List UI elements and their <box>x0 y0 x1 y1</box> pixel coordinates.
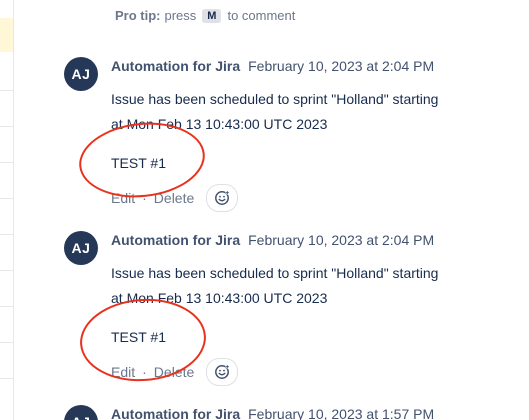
comment-header: Automation for Jira February 10, 2023 at … <box>111 231 434 249</box>
pro-tip-label: Pro tip: <box>115 8 161 23</box>
comment-actions: Edit · Delete <box>111 184 239 212</box>
add-reaction-button[interactable] <box>206 184 239 212</box>
row-divider <box>0 306 13 307</box>
pro-tip-text-end: to comment <box>227 8 296 23</box>
page: Pro tip: press M to comment AJ Automatio… <box>0 0 529 420</box>
comment-header: Automation for Jira February 10, 2023 at … <box>111 405 434 420</box>
row-divider <box>0 234 13 235</box>
comment-author[interactable]: Automation for Jira <box>111 406 240 420</box>
shortcut-key: M <box>202 8 222 23</box>
avatar[interactable]: AJ <box>64 405 98 420</box>
comment-body: Issue has been scheduled to sprint "Holl… <box>111 87 511 176</box>
comment-author[interactable]: Automation for Jira <box>111 232 240 248</box>
comment-header: Automation for Jira February 10, 2023 at … <box>111 57 434 75</box>
highlighted-row <box>0 18 13 52</box>
separator-dot: · <box>142 364 147 380</box>
avatar[interactable]: AJ <box>64 57 98 91</box>
comment-text: TEST #1 <box>111 155 166 171</box>
comment-author[interactable]: Automation for Jira <box>111 58 240 74</box>
comment-body: Issue has been scheduled to sprint "Holl… <box>111 261 511 350</box>
comment-text: at Mon Feb 13 10:43:00 UTC 2023 <box>111 290 328 306</box>
edit-link[interactable]: Edit <box>111 364 135 380</box>
comment-date[interactable]: February 10, 2023 at 2:04 PM <box>248 58 434 74</box>
comment: AJ Automation for Jira February 10, 2023 … <box>64 405 524 420</box>
delete-link[interactable]: Delete <box>154 190 194 206</box>
delete-link[interactable]: Delete <box>154 364 194 380</box>
pro-tip-text: press <box>164 8 197 23</box>
row-divider <box>0 342 13 343</box>
comment-text: at Mon Feb 13 10:43:00 UTC 2023 <box>111 116 328 132</box>
add-reaction-button[interactable] <box>206 358 239 386</box>
row-divider <box>0 90 13 91</box>
row-divider <box>0 126 13 127</box>
row-divider <box>0 378 13 379</box>
comment-text: TEST #1 <box>111 329 166 345</box>
comment-date[interactable]: February 10, 2023 at 1:57 PM <box>248 406 434 420</box>
comment-text: Issue has been scheduled to sprint "Holl… <box>111 91 439 107</box>
row-divider <box>0 270 13 271</box>
pro-tip: Pro tip: press M to comment <box>115 8 295 23</box>
smiley-icon <box>215 364 230 379</box>
row-divider <box>0 198 13 199</box>
row-divider <box>0 162 13 163</box>
comment: AJ Automation for Jira February 10, 2023 … <box>64 57 524 217</box>
comment-date[interactable]: February 10, 2023 at 2:04 PM <box>248 232 434 248</box>
left-panel-edge <box>0 0 14 420</box>
separator-dot: · <box>142 190 147 206</box>
smiley-icon <box>215 190 230 205</box>
comment: AJ Automation for Jira February 10, 2023 … <box>64 231 524 391</box>
edit-link[interactable]: Edit <box>111 190 135 206</box>
avatar[interactable]: AJ <box>64 231 98 265</box>
comment-actions: Edit · Delete <box>111 358 239 386</box>
comment-text: Issue has been scheduled to sprint "Holl… <box>111 265 439 281</box>
